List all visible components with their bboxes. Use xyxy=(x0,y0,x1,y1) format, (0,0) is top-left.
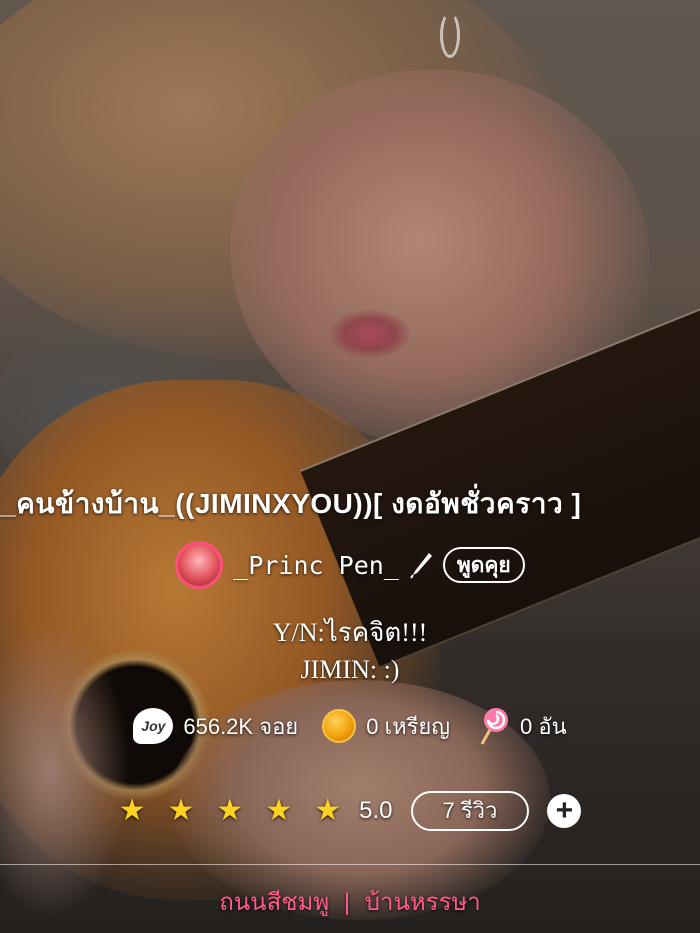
joy-icon: Joy xyxy=(133,708,174,744)
tag-separator: | xyxy=(343,889,351,916)
story-info-panel: _คนข้างบ้าน_((JIMINXYOU))[ งดอัพชั่วคราว… xyxy=(0,0,700,933)
rating-stars: ★ ★ ★ ★ ★ xyxy=(119,796,342,826)
joy-count: 656.2K จอย xyxy=(183,713,299,739)
joy-stat: Joy 656.2K จอย xyxy=(133,708,298,744)
coin-stat: 0 เหรียญ xyxy=(322,709,450,744)
tag-link[interactable]: บ้านหรรษา xyxy=(365,889,481,916)
author-row: _Princ Pen_ พูดคุย xyxy=(0,538,700,592)
tag-list: ถนนสีชมพู | บ้านหรรษา xyxy=(0,882,700,921)
star-icon: ★ xyxy=(216,794,244,827)
description-line-1: Y/N:ไรคจิต!!! xyxy=(272,618,428,647)
divider xyxy=(0,864,700,865)
lollipop-icon xyxy=(480,708,509,745)
plus-icon[interactable]: + xyxy=(547,794,582,828)
star-icon: ★ xyxy=(314,794,342,827)
rating-score: 5.0 xyxy=(359,797,393,824)
chat-button[interactable]: พูดคุย xyxy=(442,547,525,583)
tag-link[interactable]: ถนนสีชมพู xyxy=(219,889,329,916)
coin-icon xyxy=(322,709,357,743)
author-name[interactable]: _Princ Pen_ xyxy=(233,551,399,580)
star-icon: ★ xyxy=(265,794,293,827)
pen-icon xyxy=(410,553,432,579)
lollipop-stat: 0 อัน xyxy=(474,706,567,746)
star-icon: ★ xyxy=(118,794,146,827)
coin-count: 0 เหรียญ xyxy=(366,713,451,739)
description-line-2: JIMIN: :) xyxy=(300,655,400,684)
reviews-button[interactable]: 7 รีวิว xyxy=(410,791,530,831)
lollipop-count: 0 อัน xyxy=(520,713,567,739)
rating-row: ★ ★ ★ ★ ★ 5.0 7 รีวิว + xyxy=(0,788,700,834)
author-avatar[interactable] xyxy=(175,541,224,589)
stats-row: Joy 656.2K จอย 0 เหรียญ 0 อัน xyxy=(0,704,700,748)
star-icon: ★ xyxy=(167,794,195,827)
story-title: _คนข้างบ้าน_((JIMINXYOU))[ งดอัพชั่วคราว… xyxy=(0,488,582,519)
